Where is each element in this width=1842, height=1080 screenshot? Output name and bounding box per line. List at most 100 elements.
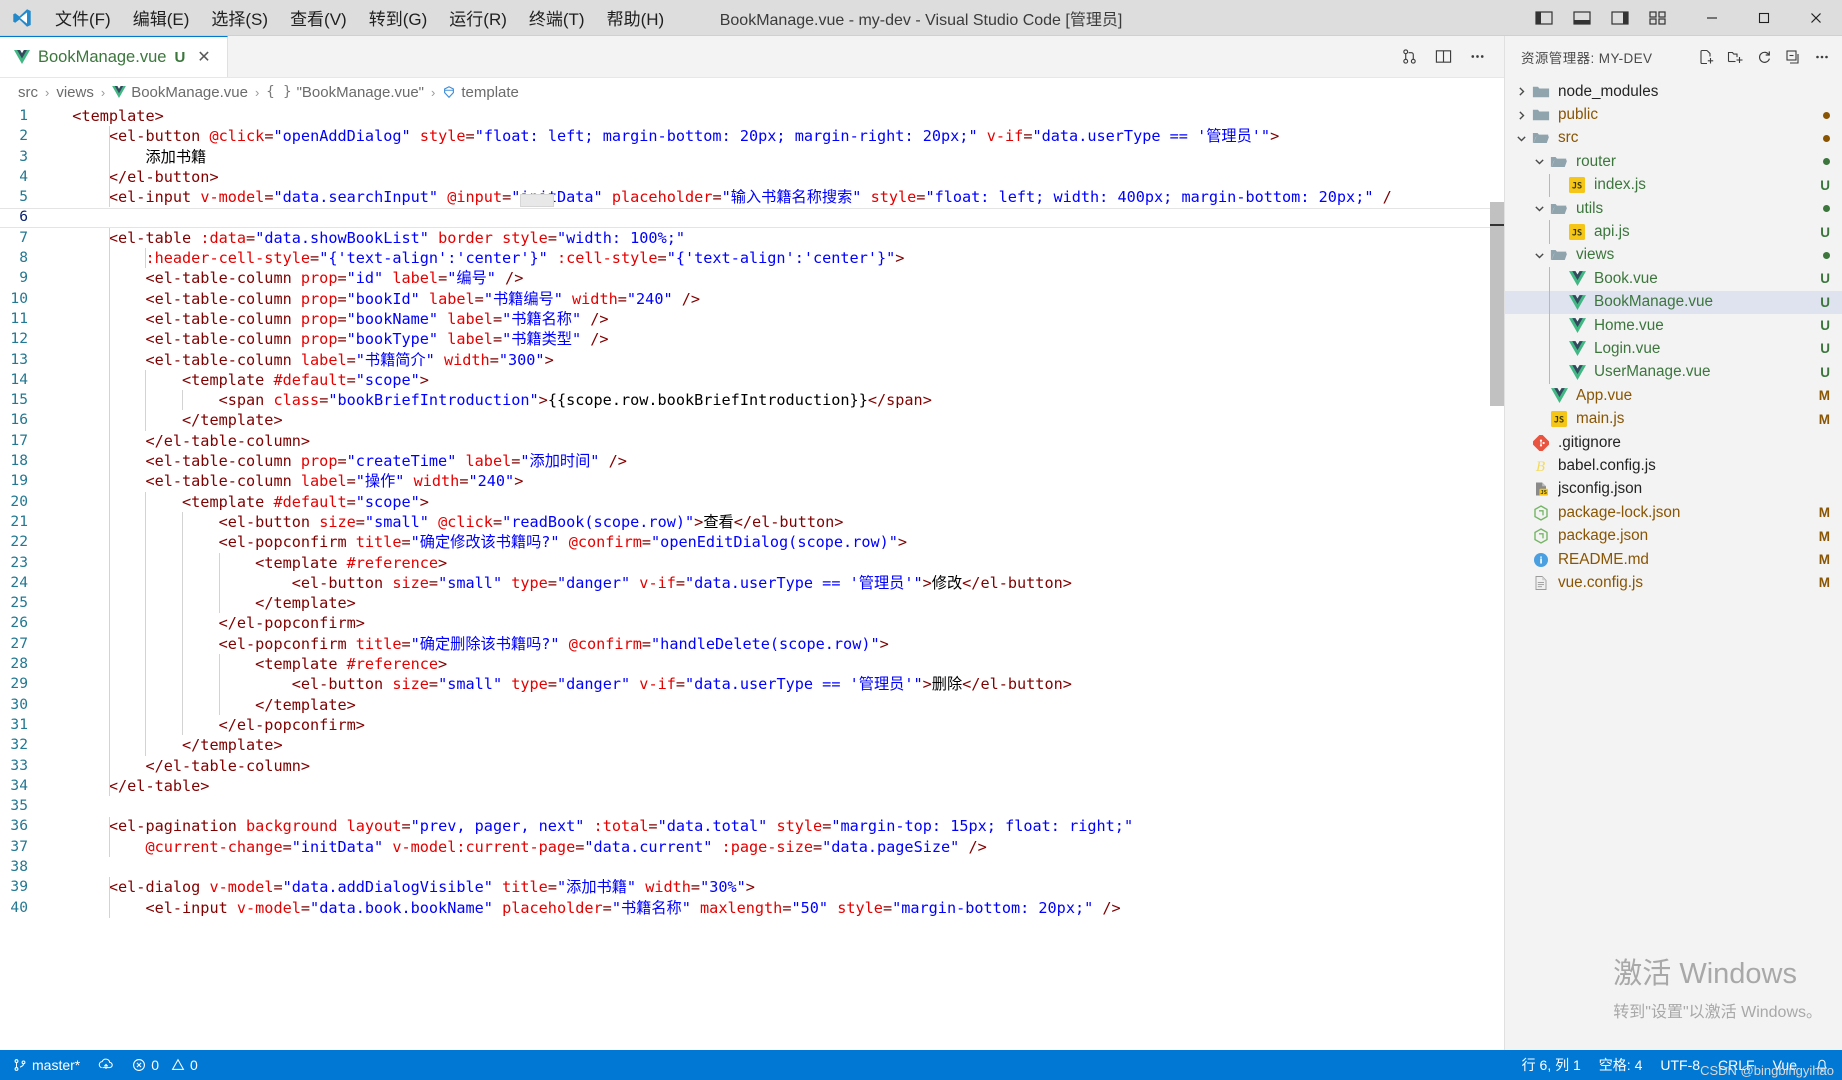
code-line[interactable]: 10 <el-table-column prop="bookId" label=… bbox=[0, 289, 1504, 309]
tree-file-package-lock[interactable]: package-lock.json M bbox=[1505, 501, 1842, 524]
code-line[interactable]: 1 <template> bbox=[0, 106, 1504, 126]
code-line[interactable]: 24 <el-button size="small" type="danger"… bbox=[0, 573, 1504, 593]
code-line[interactable]: 21 <el-button size="small" @click="readB… bbox=[0, 512, 1504, 532]
status-branch[interactable]: master* bbox=[4, 1050, 89, 1080]
tree-folder-node-modules[interactable]: node_modules bbox=[1505, 80, 1842, 103]
window-minimize-button[interactable] bbox=[1686, 0, 1738, 36]
menu-run[interactable]: 运行(R) bbox=[438, 0, 518, 36]
code-line[interactable]: 29 <el-button size="small" type="danger"… bbox=[0, 674, 1504, 694]
code-line[interactable]: 16 </template> bbox=[0, 410, 1504, 430]
collapse-all-icon[interactable] bbox=[1779, 43, 1807, 71]
menu-go[interactable]: 转到(G) bbox=[358, 0, 439, 36]
code-line[interactable]: 9 <el-table-column prop="id" label="编号" … bbox=[0, 268, 1504, 288]
tree-file-readme[interactable]: i README.md M bbox=[1505, 548, 1842, 571]
code-line[interactable]: 31 </el-popconfirm> bbox=[0, 715, 1504, 735]
code-editor[interactable]: 1 <template> 2 <el-button @click="openAdd… bbox=[0, 106, 1504, 1050]
tab-bookmanage-vue[interactable]: BookManage.vue U ✕ bbox=[0, 36, 228, 77]
menu-view[interactable]: 查看(V) bbox=[279, 0, 358, 36]
chevron-down-icon[interactable] bbox=[1531, 156, 1548, 167]
chevron-down-icon[interactable] bbox=[1513, 133, 1530, 144]
code-line[interactable]: 11 <el-table-column prop="bookName" labe… bbox=[0, 309, 1504, 329]
code-line[interactable]: 6 bbox=[0, 207, 1504, 227]
menu-file[interactable]: 文件(F) bbox=[44, 0, 122, 36]
split-editor-icon[interactable] bbox=[1428, 42, 1458, 72]
tree-file-app-vue[interactable]: App.vue M bbox=[1505, 384, 1842, 407]
breadcrumb-item-src[interactable]: src bbox=[18, 84, 38, 101]
breadcrumb-item-file[interactable]: BookManage.vue bbox=[112, 84, 248, 101]
code-line[interactable]: 27 <el-popconfirm title="确定删除该书籍吗?" @con… bbox=[0, 634, 1504, 654]
customize-layout-icon[interactable] bbox=[1640, 0, 1676, 36]
chevron-right-icon[interactable] bbox=[1513, 86, 1530, 97]
tree-file-usermanage-vue[interactable]: UserManage.vue U bbox=[1505, 361, 1842, 384]
window-maximize-button[interactable] bbox=[1738, 0, 1790, 36]
tree-file-login-vue[interactable]: Login.vue U bbox=[1505, 337, 1842, 360]
code-content[interactable]: 1 <template> 2 <el-button @click="openAdd… bbox=[0, 106, 1504, 1050]
code-line[interactable]: 12 <el-table-column prop="bookType" labe… bbox=[0, 329, 1504, 349]
chevron-right-icon[interactable] bbox=[1513, 110, 1530, 121]
file-tree[interactable]: node_modules public src router JS index.js Uut… bbox=[1505, 78, 1842, 1050]
chevron-down-icon[interactable] bbox=[1531, 250, 1548, 261]
code-line[interactable]: 14 <template #default="scope"> bbox=[0, 370, 1504, 390]
toggle-secondary-sidebar-icon[interactable] bbox=[1602, 0, 1638, 36]
minimap-slider[interactable] bbox=[520, 194, 554, 207]
tab-close-icon[interactable]: ✕ bbox=[193, 47, 214, 67]
code-line[interactable]: 17 </el-table-column> bbox=[0, 431, 1504, 451]
menu-edit[interactable]: 编辑(E) bbox=[122, 0, 201, 36]
status-indentation[interactable]: 空格: 4 bbox=[1590, 1050, 1652, 1080]
tree-file-babel-config[interactable]: Bbabel.config.js bbox=[1505, 454, 1842, 477]
code-line[interactable]: 20 <template #default="scope"> bbox=[0, 492, 1504, 512]
tree-file-home-vue[interactable]: Home.vue U bbox=[1505, 314, 1842, 337]
tree-file-api-js[interactable]: JS api.js U bbox=[1505, 220, 1842, 243]
code-line[interactable]: 26 </el-popconfirm> bbox=[0, 613, 1504, 633]
code-line[interactable]: 2 <el-button @click="openAddDialog" styl… bbox=[0, 126, 1504, 146]
tree-file-jsconfig[interactable]: JS jsconfig.json bbox=[1505, 478, 1842, 501]
window-close-button[interactable] bbox=[1790, 0, 1842, 36]
code-line[interactable]: 4 </el-button> bbox=[0, 167, 1504, 187]
toggle-primary-sidebar-icon[interactable] bbox=[1526, 0, 1562, 36]
code-line[interactable]: 8 :header-cell-style="{'text-align':'cen… bbox=[0, 248, 1504, 268]
code-line[interactable]: 35 bbox=[0, 796, 1504, 816]
breadcrumb-item-template[interactable]: template bbox=[442, 84, 519, 101]
code-line[interactable]: 37 @current-change="initData" v-model:cu… bbox=[0, 837, 1504, 857]
tree-folder-public[interactable]: public bbox=[1505, 103, 1842, 126]
tree-file-bookmanage-vue[interactable]: BookManage.vue U bbox=[1505, 290, 1842, 314]
tree-folder-router[interactable]: router bbox=[1505, 150, 1842, 173]
more-actions-icon[interactable] bbox=[1462, 42, 1492, 72]
tree-file-vue-config[interactable]: vue.config.js M bbox=[1505, 571, 1842, 594]
code-line[interactable]: 30 </template> bbox=[0, 695, 1504, 715]
tree-file-index-js[interactable]: JS index.js U bbox=[1505, 174, 1842, 197]
code-line[interactable]: 36 <el-pagination background layout="pre… bbox=[0, 816, 1504, 836]
code-line[interactable]: 15 <span class="bookBriefIntroduction">{… bbox=[0, 390, 1504, 410]
menu-selection[interactable]: 选择(S) bbox=[200, 0, 279, 36]
editor-vertical-scrollbar[interactable] bbox=[1490, 106, 1504, 1050]
status-sync[interactable] bbox=[89, 1050, 123, 1080]
tree-folder-utils[interactable]: utils bbox=[1505, 197, 1842, 220]
new-file-icon[interactable] bbox=[1692, 43, 1720, 71]
tree-file-gitignore[interactable]: .gitignore bbox=[1505, 431, 1842, 454]
code-line[interactable]: 13 <el-table-column label="书籍简介" width="… bbox=[0, 350, 1504, 370]
menu-help[interactable]: 帮助(H) bbox=[596, 0, 676, 36]
run-or-debug-icon[interactable] bbox=[1394, 42, 1424, 72]
tree-folder-views[interactable]: views bbox=[1505, 244, 1842, 267]
tree-file-package-json[interactable]: package.json M bbox=[1505, 524, 1842, 547]
code-line[interactable]: 28 <template #reference> bbox=[0, 654, 1504, 674]
code-line[interactable]: 32 </template> bbox=[0, 735, 1504, 755]
status-problems[interactable]: 0 0 bbox=[123, 1050, 207, 1080]
more-actions-icon[interactable] bbox=[1808, 43, 1836, 71]
scrollbar-thumb[interactable] bbox=[1490, 202, 1504, 406]
breadcrumb-item-views[interactable]: views bbox=[56, 84, 94, 101]
tree-file-main-js[interactable]: JS main.js M bbox=[1505, 407, 1842, 430]
toggle-panel-icon[interactable] bbox=[1564, 0, 1600, 36]
status-cursor-position[interactable]: 行 6, 列 1 bbox=[1513, 1050, 1590, 1080]
breadcrumb-item-symbol-root[interactable]: { } "BookManage.vue" bbox=[266, 84, 424, 101]
code-line[interactable]: 40 <el-input v-model="data.book.bookName… bbox=[0, 898, 1504, 918]
new-folder-icon[interactable] bbox=[1721, 43, 1749, 71]
tree-folder-src[interactable]: src bbox=[1505, 127, 1842, 150]
tree-file-book-vue[interactable]: Book.vue U bbox=[1505, 267, 1842, 290]
code-line[interactable]: 34 </el-table> bbox=[0, 776, 1504, 796]
code-line[interactable]: 23 <template #reference> bbox=[0, 553, 1504, 573]
chevron-down-icon[interactable] bbox=[1531, 203, 1548, 214]
code-line[interactable]: 19 <el-table-column label="操作" width="24… bbox=[0, 471, 1504, 491]
code-line[interactable]: 3 添加书籍 bbox=[0, 147, 1504, 167]
code-line[interactable]: 33 </el-table-column> bbox=[0, 756, 1504, 776]
